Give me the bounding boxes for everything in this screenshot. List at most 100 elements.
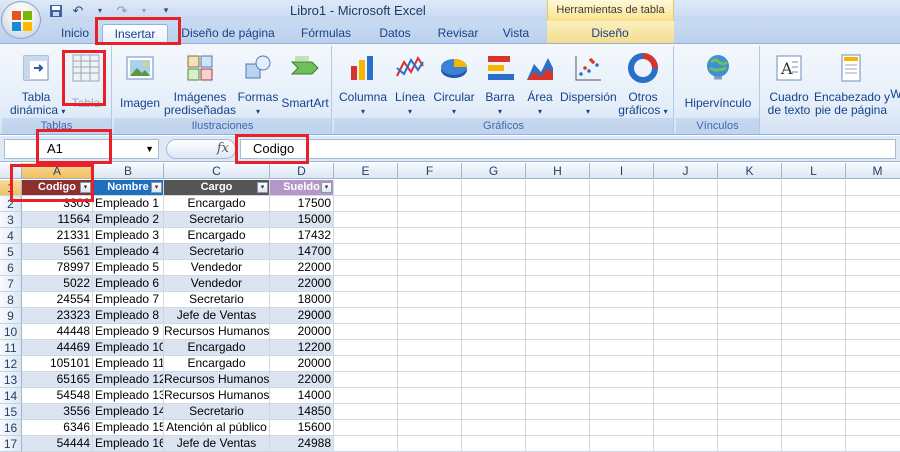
dropdown-icon[interactable]: ▾ (136, 3, 152, 19)
empty-cell[interactable] (782, 292, 846, 308)
picture-button[interactable]: Imagen (118, 52, 162, 110)
row-header-16[interactable]: 16 (0, 420, 22, 436)
table-cell[interactable]: 54548 (22, 388, 93, 404)
empty-cell[interactable] (590, 244, 654, 260)
empty-cell[interactable] (398, 180, 462, 196)
empty-cell[interactable] (654, 324, 718, 340)
table-cell[interactable]: Secretario (164, 212, 270, 228)
empty-cell[interactable] (462, 372, 526, 388)
customize-toolbar-icon[interactable]: ▾ (158, 3, 174, 19)
table-cell[interactable]: Vendedor (164, 260, 270, 276)
dropdown-icon[interactable]: ▾ (92, 3, 108, 19)
column-header-k[interactable]: K (718, 163, 782, 179)
table-cell[interactable]: 11564 (22, 212, 93, 228)
table-header-cell[interactable]: Codigo ▾ (22, 180, 93, 196)
empty-cell[interactable] (590, 260, 654, 276)
tab-vista[interactable]: Vista (496, 24, 536, 43)
select-all-corner[interactable] (0, 163, 22, 179)
empty-cell[interactable] (590, 420, 654, 436)
empty-cell[interactable] (782, 404, 846, 420)
table-cell[interactable]: 22000 (270, 276, 334, 292)
tab-revisar[interactable]: Revisar (433, 24, 483, 43)
empty-cell[interactable] (718, 324, 782, 340)
office-button[interactable] (1, 1, 41, 39)
table-cell[interactable]: 24554 (22, 292, 93, 308)
empty-cell[interactable] (718, 308, 782, 324)
empty-cell[interactable] (398, 324, 462, 340)
clip-art-button[interactable]: Imágenes prediseñadas (162, 52, 238, 117)
table-cell[interactable]: 5561 (22, 244, 93, 260)
table-cell[interactable]: Empleado 4 (93, 244, 164, 260)
empty-cell[interactable] (526, 276, 590, 292)
empty-cell[interactable] (718, 228, 782, 244)
empty-cell[interactable] (590, 308, 654, 324)
smartart-button[interactable]: SmartArt (280, 52, 330, 110)
empty-cell[interactable] (526, 212, 590, 228)
other-charts-button[interactable]: Otros gráficos ▾ (618, 52, 668, 118)
column-chart-button[interactable]: Columna ▾ (338, 52, 388, 118)
empty-cell[interactable] (846, 276, 900, 292)
table-cell[interactable]: Empleado 12 (93, 372, 164, 388)
row-header-7[interactable]: 7 (0, 276, 22, 292)
insert-function-button[interactable]: fx (166, 139, 236, 159)
tab-diseno[interactable]: Diseño (584, 24, 636, 43)
empty-cell[interactable] (782, 196, 846, 212)
empty-cell[interactable] (846, 228, 900, 244)
empty-cell[interactable] (590, 292, 654, 308)
empty-cell[interactable] (526, 340, 590, 356)
empty-cell[interactable] (526, 372, 590, 388)
empty-cell[interactable] (782, 372, 846, 388)
empty-cell[interactable] (782, 308, 846, 324)
name-box-dropdown-icon[interactable]: ▼ (145, 140, 154, 158)
empty-cell[interactable] (334, 292, 398, 308)
redo-icon[interactable]: ↷ (114, 3, 130, 19)
table-cell[interactable]: 21331 (22, 228, 93, 244)
save-icon[interactable] (48, 3, 64, 19)
empty-cell[interactable] (654, 180, 718, 196)
table-cell[interactable]: Empleado 15 (93, 420, 164, 436)
table-cell[interactable]: 23323 (22, 308, 93, 324)
table-cell[interactable]: Atención al público (164, 420, 270, 436)
empty-cell[interactable] (334, 260, 398, 276)
empty-cell[interactable] (718, 388, 782, 404)
table-cell[interactable]: 3303 (22, 196, 93, 212)
empty-cell[interactable] (782, 212, 846, 228)
empty-cell[interactable] (590, 228, 654, 244)
pivot-table-button[interactable]: Tabla dinámica ▾ (10, 52, 65, 118)
empty-cell[interactable] (526, 260, 590, 276)
empty-cell[interactable] (590, 372, 654, 388)
table-cell[interactable]: Empleado 3 (93, 228, 164, 244)
row-header-10[interactable]: 10 (0, 324, 22, 340)
empty-cell[interactable] (526, 324, 590, 340)
empty-cell[interactable] (462, 276, 526, 292)
column-header-g[interactable]: G (462, 163, 526, 179)
empty-cell[interactable] (462, 228, 526, 244)
empty-cell[interactable] (654, 356, 718, 372)
empty-cell[interactable] (334, 420, 398, 436)
table-cell[interactable]: 22000 (270, 372, 334, 388)
pie-chart-button[interactable]: Circular ▾ (430, 52, 478, 118)
tab-formulas[interactable]: Fórmulas (296, 24, 356, 43)
empty-cell[interactable] (462, 292, 526, 308)
line-chart-button[interactable]: Línea ▾ (388, 52, 432, 118)
table-cell[interactable]: Secretario (164, 292, 270, 308)
empty-cell[interactable] (398, 404, 462, 420)
empty-cell[interactable] (846, 180, 900, 196)
wordart-button[interactable]: W (890, 52, 900, 101)
table-cell[interactable]: Secretario (164, 244, 270, 260)
empty-cell[interactable] (334, 388, 398, 404)
empty-cell[interactable] (846, 308, 900, 324)
empty-cell[interactable] (782, 244, 846, 260)
table-cell[interactable]: Secretario (164, 404, 270, 420)
empty-cell[interactable] (462, 324, 526, 340)
empty-cell[interactable] (398, 356, 462, 372)
empty-cell[interactable] (398, 340, 462, 356)
empty-cell[interactable] (462, 420, 526, 436)
table-cell[interactable]: 14000 (270, 388, 334, 404)
empty-cell[interactable] (782, 276, 846, 292)
empty-cell[interactable] (334, 244, 398, 260)
filter-dropdown-icon[interactable]: ▾ (80, 182, 91, 193)
table-header-cell[interactable]: Nombre ▾ (93, 180, 164, 196)
row-header-11[interactable]: 11 (0, 340, 22, 356)
empty-cell[interactable] (782, 388, 846, 404)
